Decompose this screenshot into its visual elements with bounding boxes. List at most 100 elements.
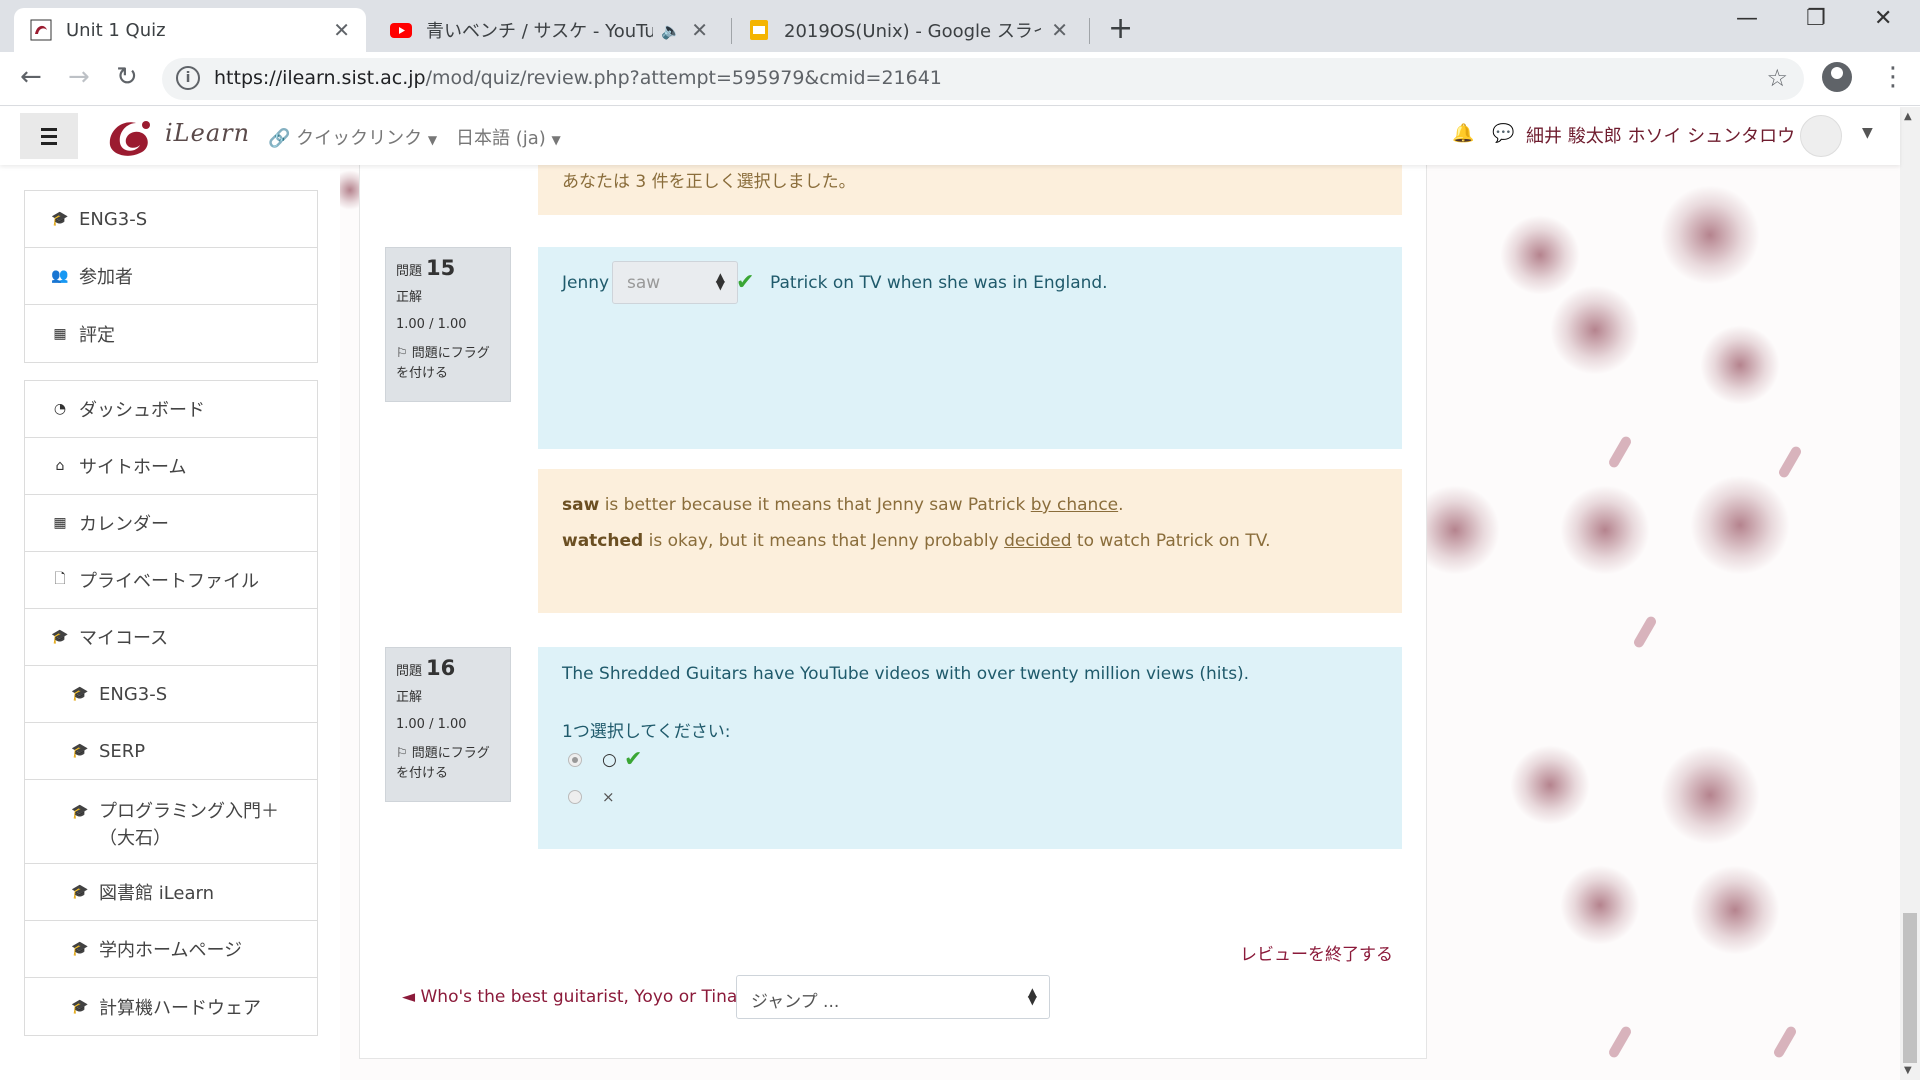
drawer-item-my-courses[interactable]: 🎓 マイコース [25,609,317,666]
drawer-course-serp[interactable]: 🎓 SERP [25,723,317,780]
drawer-item-calendar[interactable]: ▦ カレンダー [25,495,317,552]
user-menu-name[interactable]: 細井 駿太郎 ホソイ シュンタロウ [1526,122,1795,148]
browser-menu-icon[interactable]: ⋮ [1880,62,1906,92]
minimize-icon[interactable]: — [1736,6,1758,31]
option-1-label: ○ [602,750,617,770]
question-15-text-after: Patrick on TV when she was in England. [770,273,1108,293]
users-icon: 👥 [51,268,69,284]
browser-tab-strip: Unit 1 Quiz ✕ 青いベンチ / サスケ - YouTube 🔈 ✕ … [0,0,1920,52]
table-icon: ▦ [53,325,67,342]
radio-option-1[interactable] [568,753,582,767]
back-icon[interactable]: ← [20,62,42,92]
drawer-item-eng3s[interactable]: 🎓 ENG3-S [25,191,317,248]
question-16-text: The Shredded Guitars have YouTube videos… [562,664,1250,684]
avatar[interactable] [1800,115,1842,157]
close-tab-icon[interactable]: ✕ [333,18,350,42]
scrollbar-thumb[interactable] [1903,913,1917,1063]
question-number: 問題 16 [396,656,456,680]
brand-name[interactable]: iLearn [165,119,250,147]
drawer-course-homepage[interactable]: 🎓 学内ホームページ [25,921,317,978]
flag-question-link[interactable]: ⚐ 問題にフラグを付ける [396,744,500,784]
drawer-item-participants[interactable]: 👥 参加者 [25,248,317,305]
graduation-cap-icon: 🎓 [71,743,89,759]
ilearn-logo-icon[interactable] [106,115,156,157]
url-text[interactable]: https://ilearn.sist.ac.jp/mod/quiz/revie… [214,67,942,89]
graduation-cap-icon: 🎓 [71,686,89,702]
drawer-course-hardware[interactable]: 🎓 計算機ハードウェア [25,978,317,1035]
close-tab-icon[interactable]: ✕ [1051,18,1068,42]
drawer-course-library[interactable]: 🎓 図書館 iLearn [25,864,317,921]
question-number: 問題 15 [396,256,456,280]
drawer-item-private-files[interactable]: 🗋 プライベートファイル [25,552,317,609]
question-15-answer-select[interactable]: saw ▲ ▼ [612,261,738,304]
tab-google-slides[interactable]: 2019OS(Unix) - Google スライド ✕ [732,8,1084,52]
previous-question-feedback: あなたは 3 件を正しく選択しました。 [538,165,1402,215]
tab-divider [1089,18,1090,44]
profile-icon[interactable] [1822,62,1852,92]
address-bar[interactable]: i https://ilearn.sist.ac.jp/mod/quiz/rev… [162,58,1804,100]
correct-check-icon: ✔ [624,747,643,772]
language-menu[interactable]: 日本語 (ja) ▼ [456,124,561,150]
messages-icon[interactable]: 💬 [1492,123,1514,144]
question-state: 正解 [396,690,423,705]
drawer-toggle-button[interactable] [20,113,78,159]
bookmark-star-icon[interactable]: ☆ [1766,64,1788,92]
question-16-info: 問題 16 正解 1.00 / 1.00 ⚐ 問題にフラグを付ける [385,647,511,802]
dashboard-icon: ◔ [53,401,67,417]
page-scrollbar[interactable]: ▲ ▼ [1900,107,1920,1080]
restore-icon[interactable]: ❐ [1806,6,1826,31]
user-menu-caret-icon[interactable]: ▼ [1862,125,1873,141]
quicklinks-menu[interactable]: 🔗 クイックリンク ▼ [268,124,437,150]
drawer-item-dashboard[interactable]: ◔ ダッシュボード [25,381,317,438]
new-tab-icon[interactable]: + [1108,11,1133,46]
graduation-cap-icon: 🎓 [51,629,69,645]
graduation-cap-icon: 🎓 [71,941,89,957]
drawer-course-programming[interactable]: 🎓 プログラミング入門＋（大石） [25,780,317,864]
tab-title: 青いベンチ / サスケ - YouTube [426,21,654,42]
feedback-link-decided[interactable]: decided [1004,531,1071,551]
graduation-cap-icon: 🎓 [71,884,89,900]
graduation-cap-icon: 🎓 [51,211,69,227]
forward-icon[interactable]: → [68,62,90,92]
flag-icon: ⚐ [396,346,408,361]
question-grade: 1.00 / 1.00 [396,717,467,732]
site-nav-group: ◔ ダッシュボード ⌂ サイトホーム ▦ カレンダー 🗋 プライベートファイル 🎓 マイコ… [24,380,318,1036]
previous-activity-link[interactable]: ◄ Who's the best guitarist, Yoyo or Tina… [402,987,746,1007]
notifications-bell-icon[interactable]: 🔔 [1452,123,1474,144]
reload-icon[interactable]: ↻ [116,62,138,92]
question-15-info: 問題 15 正解 1.00 / 1.00 ⚐ 問題にフラグを付ける [385,247,511,402]
feedback-link-by-chance[interactable]: by chance [1031,495,1118,515]
scroll-up-icon[interactable]: ▲ [1904,111,1912,122]
question-state: 正解 [396,290,423,305]
flag-question-link[interactable]: ⚐ 問題にフラグを付ける [396,344,500,384]
speaker-icon[interactable]: 🔈 [661,21,681,40]
site-info-icon[interactable]: i [176,66,200,90]
drawer-item-grades[interactable]: ▦ 評定 [25,305,317,362]
browser-toolbar: ← → ↻ i https://ilearn.sist.ac.jp/mod/qu… [0,52,1920,106]
question-15-text-before: Jenny [562,273,610,293]
drawer-item-site-home[interactable]: ⌂ サイトホーム [25,438,317,495]
tab-title: Unit 1 Quiz [66,19,166,41]
tab-youtube[interactable]: 青いベンチ / サスケ - YouTube 🔈 ✕ [374,8,724,52]
close-tab-icon[interactable]: ✕ [691,18,708,42]
select-arrows-icon: ▲ ▼ [1027,985,1037,1007]
graduation-cap-icon: 🎓 [71,803,89,820]
option-2-label: × [602,788,615,806]
file-icon: 🗋 [54,571,66,587]
tab-unit-1-quiz[interactable]: Unit 1 Quiz ✕ [14,8,366,52]
caret-down-icon: ▼ [427,133,438,147]
home-icon: ⌂ [55,458,65,474]
radio-option-2[interactable] [568,790,582,804]
scroll-down-icon[interactable]: ▼ [1904,1065,1912,1076]
course-nav-group: 🎓 ENG3-S 👥 参加者 ▦ 評定 [24,190,318,363]
question-grade: 1.00 / 1.00 [396,317,467,332]
drawer-course-eng3s[interactable]: 🎓 ENG3-S [25,666,317,723]
finish-review-link[interactable]: レビューを終了する [1240,940,1393,965]
link-icon: 🔗 [268,128,291,149]
window-close-icon[interactable]: ✕ [1874,6,1892,31]
jump-to-select[interactable]: ジャンプ ... ▲ ▼ [736,975,1050,1019]
site-navbar: iLearn 🔗 クイックリンク ▼ 日本語 (ja) ▼ 🔔 💬 細井 駿太郎… [0,107,1900,165]
calendar-icon: ▦ [53,515,67,531]
caret-down-icon: ▼ [551,133,561,147]
graduation-cap-icon: 🎓 [71,998,89,1015]
